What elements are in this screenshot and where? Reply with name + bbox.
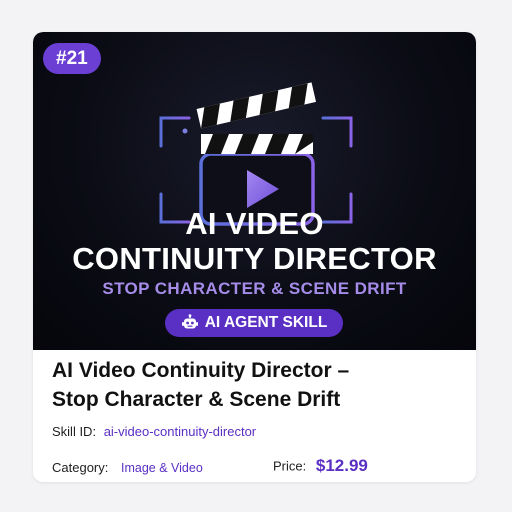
clapperboard-icon (159, 82, 353, 226)
skill-id-label: Skill ID: (52, 424, 97, 439)
price-value: $12.99 (315, 456, 368, 475)
price-row: Price: $12.99 (273, 456, 368, 476)
category-label: Category: (52, 460, 109, 475)
rank-badge: #21 (43, 43, 101, 74)
category-link[interactable]: Image & Video (121, 461, 203, 475)
robot-icon (181, 314, 198, 329)
skill-id-row: Skill ID: ai-video-continuity-director (52, 424, 256, 439)
product-title-line1[interactable]: AI Video Continuity Director – (52, 356, 462, 385)
skill-type-pill: AI AGENT SKILL (165, 309, 343, 337)
hero-title-line2: CONTINUITY DIRECTOR (72, 241, 437, 276)
category-row: Category: Image & Video (52, 460, 203, 475)
hero-subtitle: STOP CHARACTER & SCENE DRIFT (102, 279, 407, 298)
skill-id-value[interactable]: ai-video-continuity-director (104, 424, 256, 439)
price-label: Price: (273, 458, 307, 474)
hero-banner: #21 AI VIDEO CONTINUITY DIRECTOR STOP CH… (33, 32, 476, 350)
hero-title-line1: AI VIDEO (185, 206, 324, 241)
product-title-line2[interactable]: Stop Character & Scene Drift (52, 385, 462, 414)
product-card[interactable]: #21 AI VIDEO CONTINUITY DIRECTOR STOP CH… (33, 32, 476, 482)
skill-type-label: AI AGENT SKILL (204, 314, 328, 331)
product-title[interactable]: AI Video Continuity Director – Stop Char… (52, 356, 462, 414)
